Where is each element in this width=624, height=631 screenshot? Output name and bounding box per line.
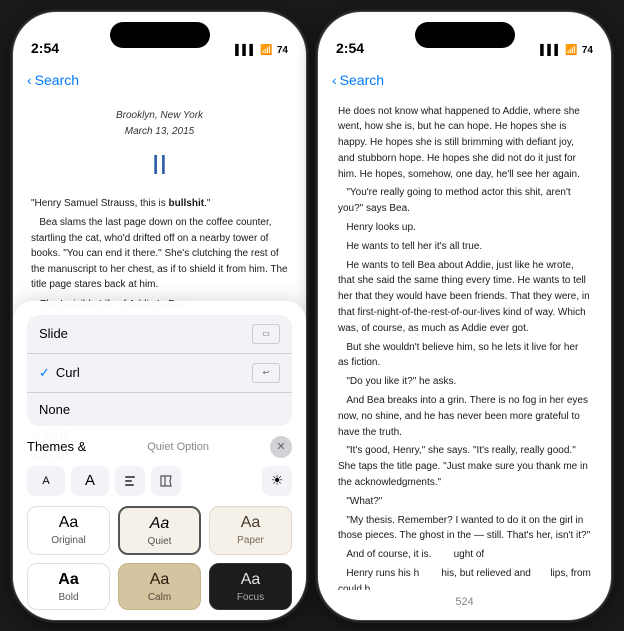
chapter-header: Brooklyn, New YorkMarch 13, 2015 II	[31, 108, 288, 186]
dynamic-island-left	[110, 22, 210, 48]
nav-bar-right: ‹ Search	[318, 62, 611, 98]
chevron-left-icon-right: ‹	[332, 72, 337, 88]
page-number: 524	[455, 596, 473, 608]
right-para-5: He wants to tell Bea about Addie, just l…	[338, 258, 591, 337]
back-button-left[interactable]: ‹ Search	[27, 72, 79, 88]
themes-header: Themes & Quiet Option ✕	[27, 436, 292, 458]
right-para-11: "My thesis. Remember? I wanted to do it …	[338, 513, 591, 545]
status-time-right: 2:54	[336, 40, 364, 56]
overlay-panel: Slide ▭ ✓ Curl ↩ None Themes & Quiet Opt…	[13, 301, 306, 620]
theme-quiet[interactable]: Aa Quiet	[118, 506, 201, 555]
book-location: Brooklyn, New YorkMarch 13, 2015	[31, 108, 288, 140]
theme-quiet-label: Quiet	[126, 536, 193, 547]
right-para-3: Henry looks up.	[338, 220, 591, 236]
transition-slide[interactable]: Slide ▭	[27, 315, 292, 354]
phones-container: 2:54 ▌▌▌ 📶 74 ‹ Search Brooklyn, New Yor…	[12, 11, 612, 621]
right-para-4: He wants to tell her it's all true.	[338, 239, 591, 255]
right-para-9: "It's good, Henry," she says. "It's real…	[338, 443, 591, 490]
theme-bold-label: Bold	[34, 592, 103, 603]
signal-icon: ▌▌▌	[235, 45, 256, 56]
font-controls: A A ☀	[27, 466, 292, 496]
right-phone: 2:54 ▌▌▌ 📶 74 ‹ Search He does not know …	[317, 11, 612, 621]
brightness-button[interactable]: ☀	[262, 466, 292, 496]
theme-quiet-aa: Aa	[126, 516, 193, 532]
right-para-13: Henry runs his h his, but relieved and l…	[338, 566, 591, 589]
status-icons-right: ▌▌▌ 📶 74	[540, 45, 593, 56]
nav-bar-left: ‹ Search	[13, 62, 306, 98]
font-increase-button[interactable]: A	[71, 466, 109, 496]
chevron-left-icon: ‹	[27, 72, 32, 88]
right-para-12: And of course, it is. ught of	[338, 547, 591, 563]
themes-label: Themes &	[27, 439, 86, 454]
back-button-right[interactable]: ‹ Search	[332, 72, 384, 88]
close-button[interactable]: ✕	[270, 436, 292, 458]
theme-paper-label: Paper	[216, 535, 285, 546]
dynamic-island-right	[415, 22, 515, 48]
transition-none[interactable]: None	[27, 393, 292, 426]
theme-calm[interactable]: Aa Calm	[118, 563, 201, 610]
theme-bold[interactable]: Aa Bold	[27, 563, 110, 610]
theme-calm-label: Calm	[125, 592, 194, 603]
right-para-6: But she wouldn't believe him, so he lets…	[338, 340, 591, 372]
back-label-left: Search	[35, 72, 79, 88]
theme-original[interactable]: Aa Original	[27, 506, 110, 555]
right-para-10: "What?"	[338, 494, 591, 510]
theme-focus-aa: Aa	[216, 572, 285, 588]
transition-curl-label: Curl	[56, 365, 252, 380]
chapter-number: II	[31, 144, 288, 186]
battery-icon-right: 74	[582, 45, 593, 56]
para-1: "Henry Samuel Strauss, this is bullshit.…	[31, 196, 288, 212]
signal-icon-right: ▌▌▌	[540, 45, 561, 56]
font-decrease-button[interactable]: A	[27, 466, 65, 496]
transition-curl[interactable]: ✓ Curl ↩	[27, 354, 292, 393]
book-icon	[159, 474, 173, 488]
right-para-1: He does not know what happened to Addie,…	[338, 104, 591, 183]
slide-icon: ▭	[252, 324, 280, 344]
wifi-icon-right: 📶	[565, 45, 577, 56]
transition-slide-label: Slide	[39, 326, 68, 341]
wifi-icon: 📶	[260, 45, 272, 56]
theme-calm-aa: Aa	[125, 572, 194, 588]
transition-none-label: None	[39, 402, 70, 417]
theme-paper-aa: Aa	[216, 515, 285, 531]
theme-original-aa: Aa	[34, 515, 103, 531]
theme-original-label: Original	[34, 535, 103, 546]
right-para-2: "You're really going to method actor thi…	[338, 185, 591, 217]
para-2: Bea slams the last page down on the coff…	[31, 215, 288, 293]
quiet-option-label: Quiet Option	[147, 441, 209, 453]
theme-bold-aa: Aa	[34, 572, 103, 588]
battery-icon: 74	[277, 45, 288, 56]
left-phone: 2:54 ▌▌▌ 📶 74 ‹ Search Brooklyn, New Yor…	[12, 11, 307, 621]
book-content-right: He does not know what happened to Addie,…	[318, 98, 611, 590]
transition-options: Slide ▭ ✓ Curl ↩ None	[27, 315, 292, 426]
text-format-icon	[123, 474, 137, 488]
theme-focus-label: Focus	[216, 592, 285, 603]
curl-icon: ↩	[252, 363, 280, 383]
right-para-7: "Do you like it?" he asks.	[338, 374, 591, 390]
font-options-button[interactable]	[151, 466, 181, 496]
status-icons-left: ▌▌▌ 📶 74	[235, 45, 288, 56]
back-label-right: Search	[340, 72, 384, 88]
status-time-left: 2:54	[31, 40, 59, 56]
theme-focus[interactable]: Aa Focus	[209, 563, 292, 610]
check-icon: ✓	[39, 365, 50, 381]
font-style-button[interactable]	[115, 466, 145, 496]
right-para-8: And Bea breaks into a grin. There is no …	[338, 393, 591, 440]
theme-paper[interactable]: Aa Paper	[209, 506, 292, 555]
themes-grid: Aa Original Aa Quiet Aa Paper Aa Bold Aa	[27, 506, 292, 610]
